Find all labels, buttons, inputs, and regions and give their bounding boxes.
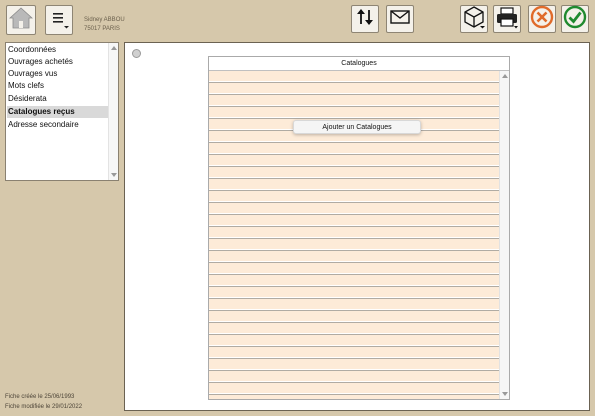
- sidebar-item-catalogues-recus[interactable]: Catalogues reçus: [7, 106, 110, 118]
- cancel-icon: [530, 5, 554, 34]
- scroll-down-icon[interactable]: [502, 392, 508, 396]
- sidebar-scrollbar[interactable]: [108, 43, 118, 180]
- created-date: Fiche créée le 25/06/1993: [5, 394, 75, 400]
- mail-icon: [389, 6, 411, 33]
- sidebar-list: Coordonnées Ouvrages achetés Ouvrages vu…: [5, 42, 119, 181]
- sidebar-item-desiderata[interactable]: Désiderata: [7, 93, 110, 105]
- sidebar-item-ouvrages-achetes[interactable]: Ouvrages achetés: [7, 56, 110, 68]
- sort-button[interactable]: [351, 5, 379, 33]
- menu-icon: [48, 7, 70, 34]
- home-button[interactable]: [6, 5, 36, 35]
- sidebar-item-ouvrages-vus[interactable]: Ouvrages vus: [7, 68, 110, 80]
- scroll-down-icon[interactable]: [111, 173, 117, 177]
- main-panel: Catalogues Ajouter un Catalogues: [124, 42, 590, 411]
- home-icon: [8, 6, 34, 35]
- user-city: 75017 PARIS: [84, 26, 120, 32]
- catalogues-table: Catalogues: [208, 56, 510, 400]
- table-scrollbar[interactable]: [499, 71, 509, 399]
- user-name: Sidney ABBOU: [84, 17, 125, 23]
- table-header[interactable]: Catalogues: [209, 57, 509, 71]
- confirm-icon: [563, 5, 587, 34]
- box-button[interactable]: [460, 5, 488, 33]
- panel-toggle-icon[interactable]: [132, 49, 141, 58]
- print-button[interactable]: [493, 5, 521, 33]
- sidebar-item-mots-clefs[interactable]: Mots clefs: [7, 80, 110, 92]
- sidebar-item-adresse-secondaire[interactable]: Adresse secondaire: [7, 119, 110, 131]
- confirm-button[interactable]: [561, 5, 589, 33]
- box-icon: [462, 5, 486, 34]
- menu-button[interactable]: [45, 5, 73, 35]
- printer-icon: [495, 5, 519, 34]
- scroll-up-icon[interactable]: [111, 46, 117, 50]
- add-catalogue-menu-item[interactable]: Ajouter un Catalogues: [293, 120, 421, 134]
- scroll-up-icon[interactable]: [502, 74, 508, 78]
- sidebar-item-coordonnees[interactable]: Coordonnées: [7, 44, 110, 56]
- sort-icon: [354, 6, 376, 33]
- cancel-button[interactable]: [528, 5, 556, 33]
- modified-date: Fiche modifiée le 29/01/2022: [5, 404, 83, 410]
- mail-button[interactable]: [386, 5, 414, 33]
